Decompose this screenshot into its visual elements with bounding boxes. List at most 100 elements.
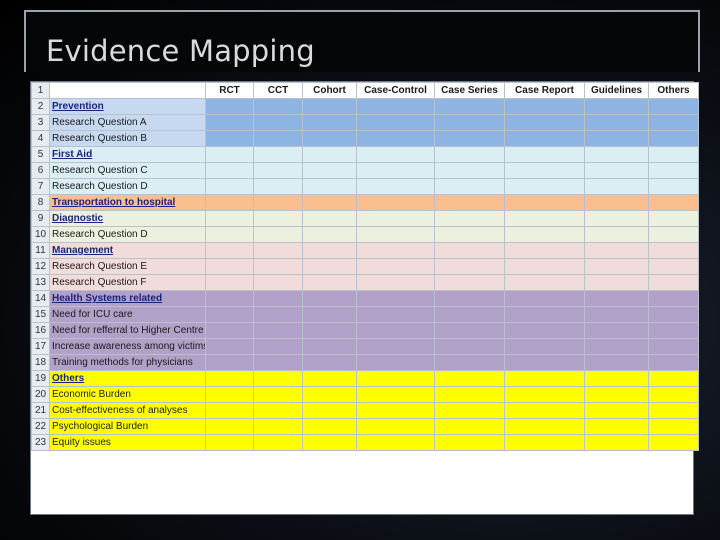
grid-cell — [205, 242, 254, 259]
grid-cell — [356, 370, 435, 387]
grid-cell — [584, 354, 649, 371]
row-number: 5 — [31, 146, 50, 163]
grid-cell — [205, 210, 254, 227]
grid-cell — [648, 354, 699, 371]
grid-cell — [253, 178, 303, 195]
row-number: 14 — [31, 290, 50, 307]
row-number: 20 — [31, 386, 50, 403]
row-number: 3 — [31, 114, 50, 131]
grid-cell — [648, 402, 699, 419]
grid-cell — [648, 162, 699, 179]
grid-cell — [434, 418, 505, 435]
grid-cell — [302, 226, 357, 243]
grid-cell — [356, 386, 435, 403]
grid-cell — [302, 434, 357, 451]
row-number: 12 — [31, 258, 50, 275]
section-header: Health Systems related — [49, 290, 206, 307]
row-number: 8 — [31, 194, 50, 211]
grid-cell — [648, 322, 699, 339]
table-row: 10 Research Question D — [31, 226, 699, 243]
grid-cell — [205, 274, 254, 291]
grid-cell — [504, 98, 585, 115]
column-header: Case Report — [504, 82, 585, 99]
row-number: 17 — [31, 338, 50, 355]
grid-cell — [356, 290, 435, 307]
section-header: First Aid — [49, 146, 206, 163]
grid-cell — [504, 226, 585, 243]
grid-cell — [253, 434, 303, 451]
grid-cell — [356, 354, 435, 371]
grid-cell — [584, 290, 649, 307]
grid-cell — [205, 130, 254, 147]
table-row: 15 Need for ICU care — [31, 306, 699, 323]
grid-cell — [253, 146, 303, 163]
grid-cell — [434, 114, 505, 131]
row-number: 13 — [31, 274, 50, 291]
grid-cell — [205, 114, 254, 131]
grid-cell — [205, 354, 254, 371]
spreadsheet: 1 RCT CCT Cohort Case-Control Case Serie… — [30, 81, 699, 515]
grid-cell — [302, 322, 357, 339]
table-row: 3 Research Question A — [31, 114, 699, 131]
grid-cell — [356, 146, 435, 163]
grid-cell — [205, 338, 254, 355]
row-number: 22 — [31, 418, 50, 435]
table-row: 21 Cost-effectiveness of analyses — [31, 402, 699, 419]
grid-cell — [302, 290, 357, 307]
grid-cell — [205, 98, 254, 115]
grid-cell — [253, 338, 303, 355]
grid-cell — [434, 258, 505, 275]
table-row: 18 Training methods for physicians — [31, 354, 699, 371]
grid-cell — [434, 370, 505, 387]
row-label: Research Question F — [49, 274, 206, 291]
grid-cell — [648, 98, 699, 115]
grid-cell — [302, 354, 357, 371]
grid-cell — [302, 114, 357, 131]
row-number: 7 — [31, 178, 50, 195]
grid-cell — [504, 162, 585, 179]
row-number: 1 — [31, 82, 50, 99]
grid-cell — [648, 274, 699, 291]
grid-cell — [205, 402, 254, 419]
grid-cell — [504, 178, 585, 195]
grid-cell — [648, 258, 699, 275]
grid-cell — [434, 322, 505, 339]
grid-cell — [584, 370, 649, 387]
grid-cell — [253, 242, 303, 259]
grid-cell — [356, 98, 435, 115]
row-label: Training methods for physicians — [49, 354, 206, 371]
grid-cell — [504, 242, 585, 259]
grid-cell — [648, 130, 699, 147]
grid-cell — [302, 338, 357, 355]
grid-cell — [648, 434, 699, 451]
table-row: 4 Research Question B — [31, 130, 699, 147]
table-row: 16 Need for refferral to Higher Centre — [31, 322, 699, 339]
grid-cell — [253, 258, 303, 275]
table-row: 6 Research Question C — [31, 162, 699, 179]
row-label: Psychological Burden — [49, 418, 206, 435]
grid-cell — [434, 146, 505, 163]
grid-cell — [584, 274, 649, 291]
grid-cell — [434, 226, 505, 243]
grid-cell — [253, 354, 303, 371]
section-header: Others — [49, 370, 206, 387]
column-header: CCT — [253, 82, 303, 99]
grid-cell — [584, 258, 649, 275]
row-number: 19 — [31, 370, 50, 387]
row-label: Research Question A — [49, 114, 206, 131]
grid-cell — [584, 130, 649, 147]
row-label: Research Question B — [49, 130, 206, 147]
grid-cell — [253, 114, 303, 131]
grid-cell — [356, 306, 435, 323]
grid-cell — [434, 194, 505, 211]
grid-cell — [302, 98, 357, 115]
grid-cell — [584, 418, 649, 435]
grid-cell — [584, 386, 649, 403]
row-number: 15 — [31, 306, 50, 323]
column-header: RCT — [205, 82, 254, 99]
grid-cell — [356, 322, 435, 339]
grid-cell — [253, 386, 303, 403]
grid-cell — [504, 258, 585, 275]
column-header: Others — [648, 82, 699, 99]
grid-cell — [648, 370, 699, 387]
